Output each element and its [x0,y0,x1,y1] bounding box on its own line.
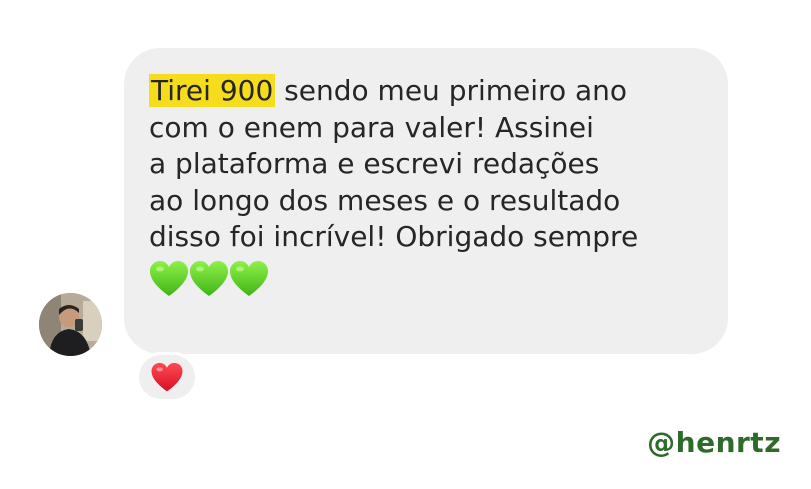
watermark-handle: @henrtz [647,426,781,459]
green-heart-icon [190,260,228,296]
message-line-2: com o enem para valer! Assinei [149,110,594,144]
message-bubble[interactable]: Tirei 900 sendo meu primeiro ano com o e… [124,48,728,354]
message-line-1-rest: sendo meu primeiro ano [275,74,628,107]
highlighted-score: Tirei 900 [149,74,276,107]
message-line-4: ao longo dos meses e o resultado [149,183,621,217]
emoji-row [149,260,708,298]
red-heart-icon [151,362,183,391]
green-heart-icon [230,260,268,296]
reaction-badge[interactable] [136,352,198,402]
dm-screenshot: Tirei 900 sendo meu primeiro ano com o e… [0,0,811,489]
message-line-1: Tirei 900 sendo meu primeiro ano [149,73,708,110]
message-line-5: disso foi incrível! Obrigado sempre [149,220,639,253]
sender-avatar[interactable] [39,293,102,356]
message-line-3: a plataforma e escrevi redações [149,147,600,180]
green-heart-icon [150,260,188,296]
